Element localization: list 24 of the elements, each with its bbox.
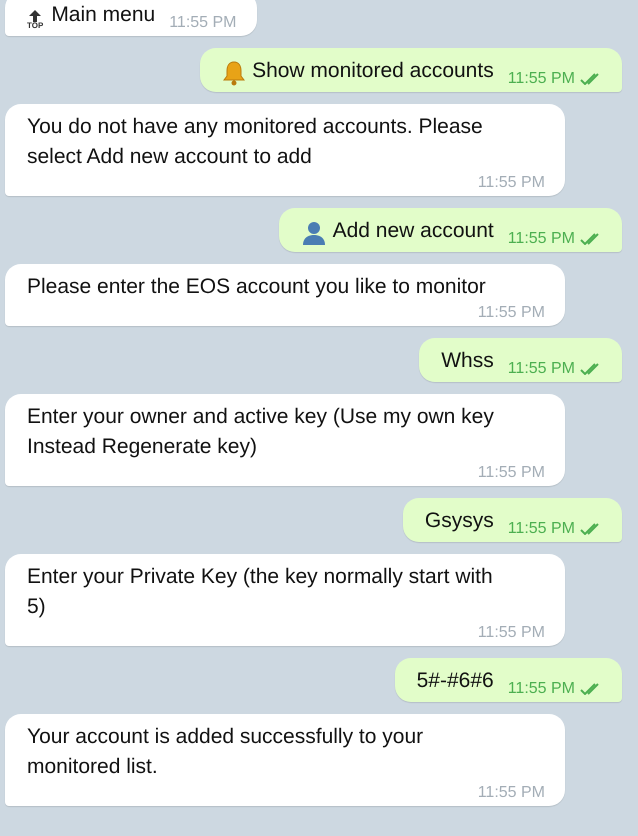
- message-text: Gsysys: [424, 508, 494, 534]
- message-text: Enter your Private Key (the key normally start with 5): [27, 564, 494, 620]
- message-text: Show monitored accounts: [252, 58, 494, 84]
- message-time: 11:55 PM: [508, 519, 575, 539]
- message-time: 11:55 PM: [508, 69, 575, 89]
- message-time: 11:55 PM: [508, 229, 575, 249]
- message-time: 11:55 PM: [478, 783, 545, 803]
- message-time: 11:55 PM: [478, 463, 545, 483]
- message-text: 5#-#6#6: [416, 668, 494, 694]
- person-icon: [300, 220, 327, 246]
- message-time: 11:55 PM: [478, 623, 545, 643]
- bell-icon: [222, 60, 246, 86]
- message-time: 11:55 PM: [478, 173, 545, 193]
- message-text: Your account is added successfully to your monitored list.: [27, 724, 424, 780]
- message-time: 11:55 PM: [508, 679, 575, 699]
- message-text: Main menu: [51, 2, 156, 28]
- message-text: Whss: [441, 348, 494, 374]
- message-text: Please enter the EOS account you like to monitor: [27, 274, 486, 300]
- message-text: Enter your owner and active key (Use my own key Instead Regenerate key): [27, 404, 495, 460]
- message-time: 11:55 PM: [508, 359, 575, 379]
- message-time: 11:55 PM: [478, 303, 545, 323]
- message-text: You do not have any monitored accounts. Please select Add new account to add: [27, 114, 484, 170]
- message-time: 11:55 PM: [169, 13, 236, 33]
- message-text: Add new account: [332, 218, 494, 244]
